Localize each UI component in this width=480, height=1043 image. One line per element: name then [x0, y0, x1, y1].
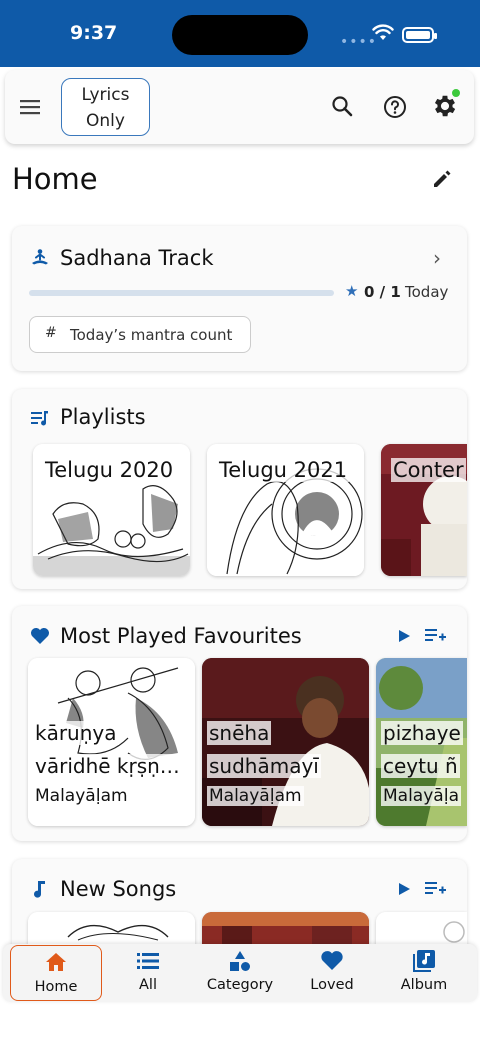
add-to-queue-icon[interactable] [425, 627, 446, 645]
todays-mantra-count-button[interactable]: # Today’s mantra count [29, 316, 251, 353]
mantra-count-label: Today’s mantra count [70, 326, 233, 344]
playlist-tile-label: Telugu 2020 [43, 458, 176, 482]
nav-album-label: Album [400, 977, 448, 993]
song-title-line2: ceytu ñ [381, 754, 460, 778]
playlist-tile[interactable]: Telugu 2021 [207, 444, 364, 576]
music-note-icon [34, 881, 45, 898]
bottom-navigation: Home All Category Loved Album [3, 944, 477, 1002]
playlist-tile[interactable]: Telugu 2020 [33, 444, 190, 576]
nav-category-label: Category [206, 977, 274, 993]
playlist-tile[interactable]: Conter [381, 444, 467, 576]
help-icon[interactable] [383, 95, 407, 119]
lyrics-toggle-line1: Lyrics [81, 85, 130, 105]
wifi-icon [372, 24, 394, 40]
favourites-title: Most Played Favourites [60, 624, 302, 648]
song-language: Malayāḷam [207, 786, 304, 806]
nav-album[interactable]: Album [378, 944, 470, 1002]
settings-notification-dot [452, 89, 460, 97]
play-icon[interactable] [397, 629, 411, 643]
sadhana-count: 0 / 1 [364, 283, 401, 301]
lyrics-only-toggle[interactable]: Lyrics Only [61, 78, 150, 136]
song-language: Malayāḷam [33, 786, 130, 806]
top-toolbar: Lyrics Only [5, 70, 474, 144]
play-icon[interactable] [397, 882, 411, 896]
song-title-line1: kāruṇya [33, 721, 119, 745]
hash-icon: # [45, 325, 57, 341]
playlists-card: Playlists Telugu 2020 Telugu 2021 Conter [12, 389, 467, 589]
page-title: Home [12, 162, 98, 196]
dynamic-island [172, 15, 308, 55]
home-icon [46, 953, 66, 971]
nav-loved[interactable]: Loved [286, 944, 378, 1002]
edit-pencil-icon[interactable] [431, 168, 453, 190]
list-icon [137, 953, 159, 969]
playlist-tile-label: Conter [391, 458, 466, 482]
category-shapes-icon [230, 951, 250, 971]
sadhana-progress-bar [29, 290, 334, 296]
playlists-title: Playlists [60, 405, 146, 429]
song-tile[interactable]: snēha sudhāmayī Malayāḷam [202, 658, 369, 826]
search-icon[interactable] [331, 95, 353, 117]
nav-all-label: All [139, 977, 157, 993]
new-songs-title: New Songs [60, 877, 177, 901]
nav-category[interactable]: Category [194, 944, 286, 1002]
sadhana-period: Today [405, 283, 449, 301]
song-title-line1: snēha [207, 721, 272, 745]
song-tile[interactable]: pizhaye ceytu ñ Malayāḷa [376, 658, 467, 826]
star-icon: ★ [345, 282, 359, 300]
playlist-tile-label: Telugu 2021 [217, 458, 350, 482]
status-bar: 9:37 •••• [0, 0, 480, 67]
song-tile[interactable]: kāruṇya vāridhē kṛṣṇ… Malayāḷam [28, 658, 195, 826]
sadhana-track-card[interactable]: Sadhana Track › ★ 0 / 1 Today # Today’s … [12, 226, 467, 371]
lyrics-toggle-line2: Only [86, 111, 125, 131]
song-language: Malayāḷa [381, 786, 462, 806]
song-title-line2: sudhāmayī [207, 754, 321, 778]
nav-all[interactable]: All [102, 944, 194, 1002]
nav-loved-label: Loved [310, 977, 354, 993]
nav-home[interactable]: Home [10, 945, 102, 1001]
most-played-favourites-card: Most Played Favourites kāruṇya vāridhē k… [12, 606, 467, 841]
album-icon [413, 950, 435, 972]
menu-icon[interactable] [19, 96, 41, 118]
chevron-right-icon[interactable]: › [433, 246, 441, 270]
nav-home-label: Home [34, 979, 78, 995]
meditation-icon [32, 249, 48, 265]
playlist-icon [31, 411, 48, 426]
song-title-line2: vāridhē kṛṣṇ… [33, 754, 182, 778]
sadhana-track-title: Sadhana Track [60, 246, 214, 270]
battery-icon [402, 27, 437, 43]
status-time: 9:37 [70, 22, 118, 44]
heart-icon [321, 951, 343, 970]
add-to-queue-icon[interactable] [425, 880, 446, 898]
heart-icon [31, 628, 49, 644]
song-title-line1: pizhaye [381, 721, 463, 745]
